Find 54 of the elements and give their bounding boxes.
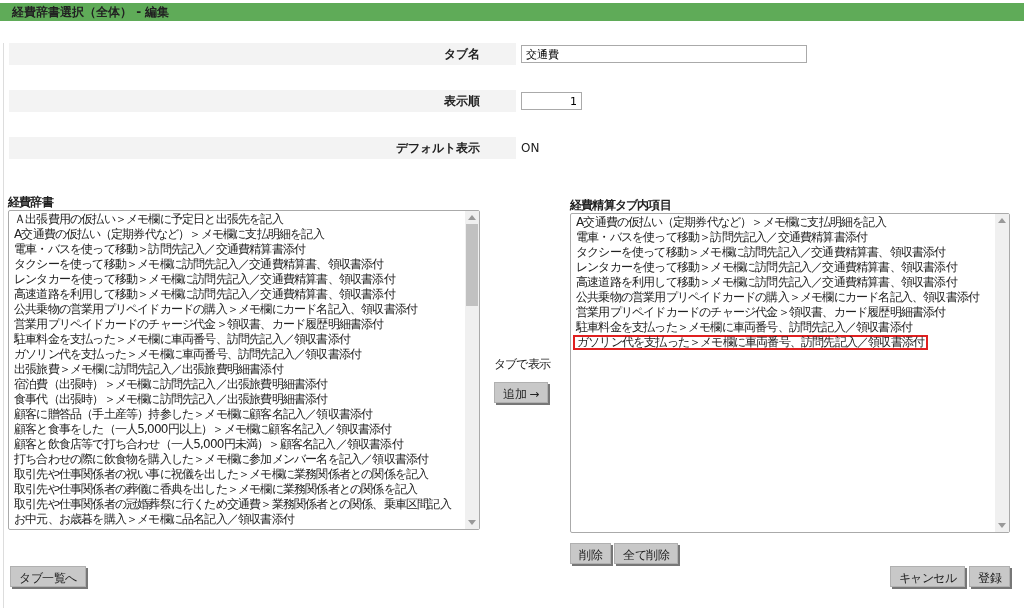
field-label: タブ名 <box>444 45 480 63</box>
list-item[interactable]: 公共乗物の営業用プリペイドカードの購入＞メモ欄にカード名記入、領収書添付 <box>573 290 983 305</box>
footer-button[interactable]: 登録 <box>969 566 1010 587</box>
list-item[interactable]: タクシーを使って移動＞メモ欄に訪問先記入／交通費精算書、領収書添付 <box>11 257 387 272</box>
field-label: 表示順 <box>444 92 480 110</box>
page-title: 経費辞書選択（全体） - 編集 <box>12 3 170 21</box>
list-item[interactable]: 宿泊費（出張時）＞メモ欄に訪問先記入／出張旅費明細書添付 <box>11 377 331 392</box>
list-item[interactable]: 電車・バスを使って移動＞訪問先記入／交通費精算書添付 <box>11 242 309 257</box>
default-display-value: ON <box>521 141 540 155</box>
tab-items-listbox[interactable] <box>570 213 1010 533</box>
list-item[interactable]: 高速道路を利用して移動＞メモ欄に訪問先記入／交通費精算書、領収書添付 <box>573 275 960 290</box>
list-item[interactable]: 取引先や仕事関係者の祝い事に祝儀を出した＞メモ欄に業務関係者との関係を記入 <box>11 467 432 482</box>
scroll-down-icon[interactable] <box>468 520 476 525</box>
list-item[interactable]: レンタカーを使って移動＞メモ欄に訪問先記入／交通費精算書、領収書添付 <box>11 272 398 287</box>
scroll-thumb[interactable] <box>466 224 478 306</box>
list-item[interactable]: 電車・バスを使って移動＞訪問先記入／交通費精算書添付 <box>573 230 871 245</box>
list-item[interactable]: お中元、お歳暮を購入＞メモ欄に品名記入／領収書添付 <box>11 512 297 527</box>
list-item[interactable]: 顧客と食事をした（一人5,000円以上）＞メモ欄に顧客名記入／領収書添付 <box>11 422 395 437</box>
transfer-label: タブで表示 <box>494 356 550 373</box>
scrollbar[interactable] <box>995 214 1009 532</box>
list-item[interactable]: 高速道路を利用して移動＞メモ欄に訪問先記入／交通費精算書、領収書添付 <box>11 287 398 302</box>
scrollbar[interactable] <box>465 211 479 529</box>
scroll-down-icon[interactable] <box>998 523 1006 528</box>
list-item[interactable]: 食事代（出張時）＞メモ欄に訪問先記入／出張旅費明細書添付 <box>11 392 331 407</box>
list-title: 経費辞書 <box>8 195 55 209</box>
list-item[interactable]: A交通費の仮払い（定期券代など）＞メモ欄に支払明細を記入 <box>11 227 327 242</box>
tab-name-field[interactable]: 交通費 <box>521 45 807 63</box>
display-order-field[interactable]: 1 <box>521 92 582 110</box>
list-item[interactable]: ガソリン代を支払った＞メモ欄に車両番号、訪問先記入／領収書添付 <box>11 347 365 362</box>
list-item[interactable]: ガソリン代を支払った＞メモ欄に車両番号、訪問先記入／領収書添付 <box>573 335 929 350</box>
list-item[interactable]: 営業用プリペイドカードのチャージ代金＞領収書、カード履歴明細書添付 <box>11 317 387 332</box>
footer-button[interactable]: キャンセル <box>889 566 965 587</box>
field-label: デフォルト表示 <box>396 139 480 157</box>
list-item[interactable]: 顧客と飲食店等で打ち合わせ（一人5,000円未満）＞顧客名記入／領収書添付 <box>11 437 406 452</box>
list-item[interactable]: 顧客に贈答品（手土産等）持参した＞メモ欄に顧客名記入／領収書添付 <box>11 407 376 422</box>
list-title: 経費精算タブ内項目 <box>570 198 672 212</box>
scroll-up-icon[interactable] <box>998 218 1006 223</box>
list-item[interactable]: タクシーを使って移動＞メモ欄に訪問先記入／交通費精算書、領収書添付 <box>573 245 949 260</box>
dictionary-listbox[interactable] <box>8 210 480 530</box>
list-item[interactable]: 出張旅費＞メモ欄に訪問先記入／出張旅費明細書添付 <box>11 362 286 377</box>
list-item[interactable]: 取引先や仕事関係者の葬儀に香典を出した＞メモ欄に業務関係者との関係を記入 <box>11 482 421 497</box>
delete-button[interactable]: 削除 <box>570 543 611 564</box>
list-item[interactable]: レンタカーを使って移動＞メモ欄に訪問先記入／交通費精算書、領収書添付 <box>573 260 960 275</box>
list-item[interactable]: 駐車料金を支払った＞メモ欄に車両番号、訪問先記入／領収書添付 <box>573 320 915 335</box>
list-item[interactable]: 駐車料金を支払った＞メモ欄に車両番号、訪問先記入／領収書添付 <box>11 332 353 347</box>
list-item[interactable]: A交通費の仮払い（定期券代など）＞メモ欄に支払明細を記入 <box>573 215 889 230</box>
delete-button[interactable]: 全て削除 <box>614 543 678 564</box>
add-button[interactable]: 追加 → <box>494 382 548 403</box>
list-item[interactable]: 営業用プリペイドカードのチャージ代金＞領収書、カード履歴明細書添付 <box>573 305 949 320</box>
list-item[interactable]: 打ち合わせの際に飲食物を購入した＞メモ欄に参加メンバー名を記入／領収書添付 <box>11 452 432 467</box>
list-item[interactable]: 公共乗物の営業用プリペイドカードの購入＞メモ欄にカード名記入、領収書添付 <box>11 302 421 317</box>
list-item[interactable]: 取引先や仕事関係者の冠婚葬祭に行くため交通費＞業務関係者との関係、乗車区間記入 <box>11 497 454 512</box>
list-item[interactable]: Ａ出張費用の仮払い＞メモ欄に予定日と出張先を記入 <box>11 212 286 227</box>
back-to-tab-list-button[interactable]: タブ一覧へ <box>10 566 86 587</box>
